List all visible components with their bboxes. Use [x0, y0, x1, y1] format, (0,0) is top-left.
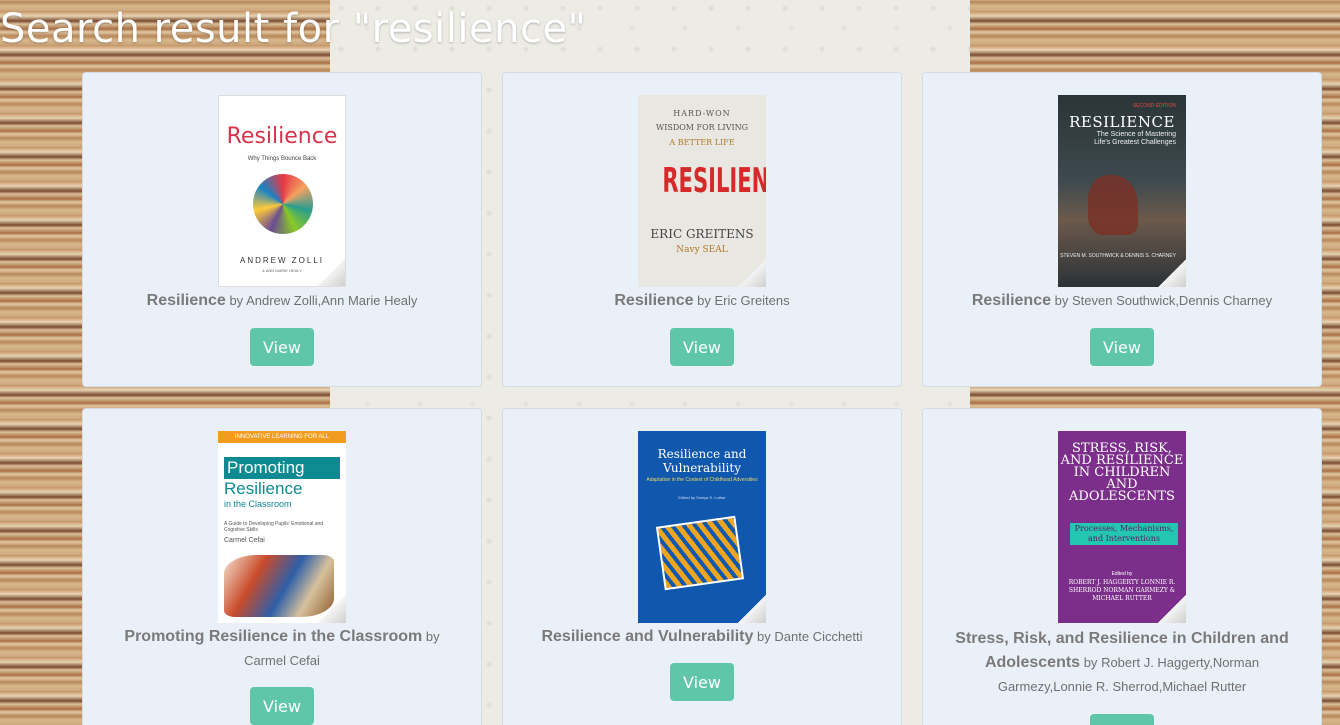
- rubber-band-ball-graphic: [253, 174, 313, 234]
- book-cover-image[interactable]: INNOVATIVE LEARNING FOR ALL Promoting Re…: [218, 431, 346, 623]
- result-card: HARD-WON WISDOM FOR LIVING A BETTER LIFE…: [502, 72, 902, 387]
- book-meta: Stress, Risk, and Resilience in Children…: [943, 627, 1301, 699]
- by-label: by: [1054, 293, 1069, 308]
- painting-figure-graphic: [1088, 175, 1138, 235]
- book-authors: Eric Greitens: [714, 293, 790, 308]
- page-curl-icon: [1158, 259, 1186, 287]
- book-authors: Steven Southwick,Dennis Charney: [1071, 293, 1273, 308]
- book-cover-image[interactable]: Resilience and Vulnerability Adaptation …: [638, 431, 766, 623]
- result-card: Resilience and Vulnerability Adaptation …: [502, 408, 902, 725]
- page-curl-icon: [317, 258, 345, 286]
- result-card: STRESS, RISK, AND RESILIENCE IN CHILDREN…: [922, 408, 1322, 725]
- book-title: Resilience: [614, 292, 694, 309]
- book-cover-image[interactable]: STRESS, RISK, AND RESILIENCE IN CHILDREN…: [1058, 431, 1186, 623]
- abstract-art-graphic: [655, 515, 745, 591]
- view-button[interactable]: View: [1090, 328, 1154, 366]
- page-curl-icon: [1158, 595, 1186, 623]
- book-cover-image[interactable]: Resilience Why Things Bounce Back ANDREW…: [218, 95, 346, 287]
- book-title: Promoting Resilience in the Classroom: [124, 628, 423, 645]
- book-title: Resilience and Vulnerability: [541, 628, 754, 645]
- view-button[interactable]: View: [250, 687, 314, 725]
- view-button[interactable]: View: [670, 328, 734, 366]
- page-title: Search result for "resilience": [0, 6, 587, 52]
- page-curl-icon: [738, 259, 766, 287]
- page-curl-icon: [318, 595, 346, 623]
- book-cover-image[interactable]: HARD-WON WISDOM FOR LIVING A BETTER LIFE…: [638, 95, 766, 287]
- book-title: Resilience: [971, 292, 1051, 309]
- book-cover-image[interactable]: SECOND EDITION RESILIENCE The Science of…: [1058, 95, 1186, 287]
- view-button[interactable]: View: [670, 663, 734, 701]
- view-button[interactable]: View: [1090, 714, 1154, 725]
- by-label: by: [1083, 655, 1098, 670]
- by-label: by: [697, 293, 711, 308]
- by-label: by: [229, 293, 244, 308]
- book-meta: Resilience and Vulnerability by Dante Ci…: [523, 625, 881, 649]
- book-meta: Resilience by Steven Southwick,Dennis Ch…: [943, 289, 1301, 313]
- book-title: Resilience: [146, 292, 226, 309]
- by-label: by: [425, 629, 440, 644]
- page-curl-icon: [738, 595, 766, 623]
- view-button[interactable]: View: [250, 328, 314, 366]
- book-meta: Resilience by Andrew Zolli,Ann Marie Hea…: [103, 289, 461, 313]
- book-meta: Promoting Resilience in the Classroom by…: [103, 625, 461, 673]
- result-card: SECOND EDITION RESILIENCE The Science of…: [922, 72, 1322, 387]
- by-label: by: [757, 629, 771, 644]
- book-authors: Andrew Zolli,Ann Marie Healy: [246, 293, 418, 308]
- book-authors: Dante Cicchetti: [774, 629, 863, 644]
- result-card: Resilience Why Things Bounce Back ANDREW…: [82, 72, 482, 387]
- result-card: INNOVATIVE LEARNING FOR ALL Promoting Re…: [82, 408, 482, 725]
- book-authors: Carmel Cefai: [244, 653, 320, 668]
- book-meta: Resilience by Eric Greitens: [523, 289, 881, 313]
